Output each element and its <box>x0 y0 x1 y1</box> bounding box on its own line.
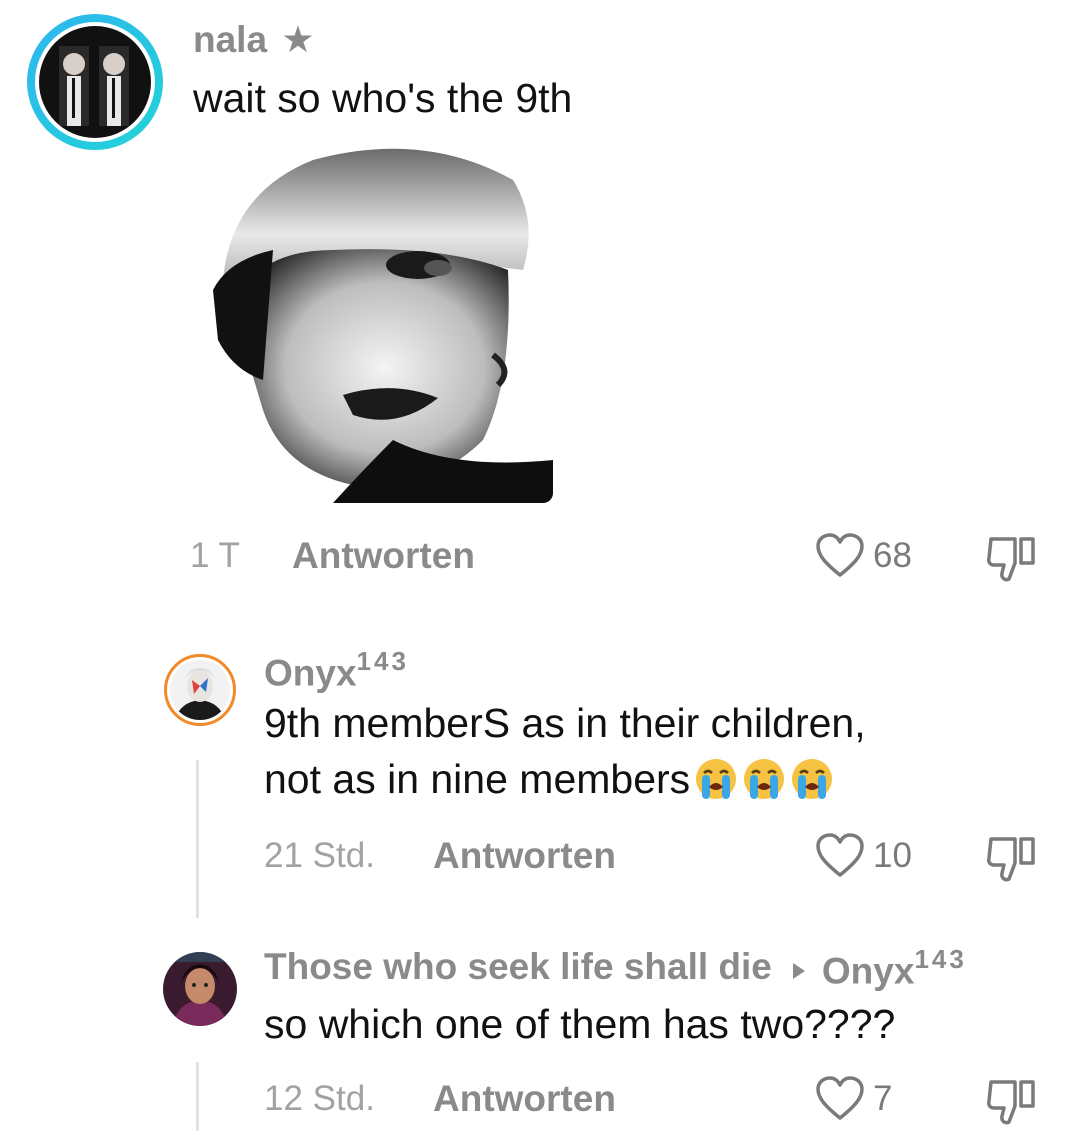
like-count: 7 <box>873 1079 893 1118</box>
thread-line <box>196 760 199 918</box>
crying-face-icon <box>696 759 737 799</box>
like-count: 68 <box>873 536 912 575</box>
comment-timestamp: 1 T <box>190 536 240 575</box>
heart-outline-icon <box>816 1076 864 1120</box>
like-button[interactable]: 10 <box>815 833 912 879</box>
thumbs-down-icon <box>987 1080 1035 1125</box>
like-button[interactable]: 68 <box>815 533 912 579</box>
reply-to-username[interactable]: Onyx143 <box>822 944 967 992</box>
comment-username[interactable]: nala ★ <box>193 18 315 61</box>
crying-face-icon <box>744 759 785 799</box>
comment-text: so which one of them has two???? <box>264 1001 896 1047</box>
heart-outline-icon <box>816 533 864 577</box>
comment-username[interactable]: Those who seek life shall die Onyx143 <box>264 944 967 992</box>
dislike-button[interactable] <box>985 533 1041 590</box>
like-count: 10 <box>873 836 912 875</box>
dislike-button[interactable] <box>985 1076 1041 1133</box>
comment-timestamp: 12 Std. <box>264 1079 375 1118</box>
reply-button[interactable]: Antworten <box>433 1078 616 1120</box>
comment-image[interactable] <box>193 140 553 503</box>
comment-text: 9th memberS as in their children, not as… <box>264 700 866 802</box>
comment-timestamp: 21 Std. <box>264 836 375 875</box>
reply-button[interactable]: Antworten <box>292 535 475 577</box>
avatar-story-ring[interactable] <box>27 14 163 150</box>
avatar <box>35 22 155 142</box>
comment-text: wait so who's the 9th <box>193 75 573 121</box>
thread-line <box>196 1062 199 1131</box>
crying-face-icon <box>792 759 833 799</box>
heart-outline-icon <box>816 833 864 877</box>
dislike-button[interactable] <box>985 833 1041 890</box>
caret-right-icon <box>792 963 805 979</box>
star-icon: ★ <box>281 19 315 60</box>
comment-username[interactable]: Onyx143 <box>264 646 409 694</box>
thumbs-down-icon <box>987 537 1035 582</box>
avatar[interactable] <box>163 952 237 1026</box>
thumbs-down-icon <box>987 837 1035 882</box>
avatar[interactable] <box>164 654 236 726</box>
reply-button[interactable]: Antworten <box>433 835 616 877</box>
like-button[interactable]: 7 <box>815 1076 892 1122</box>
